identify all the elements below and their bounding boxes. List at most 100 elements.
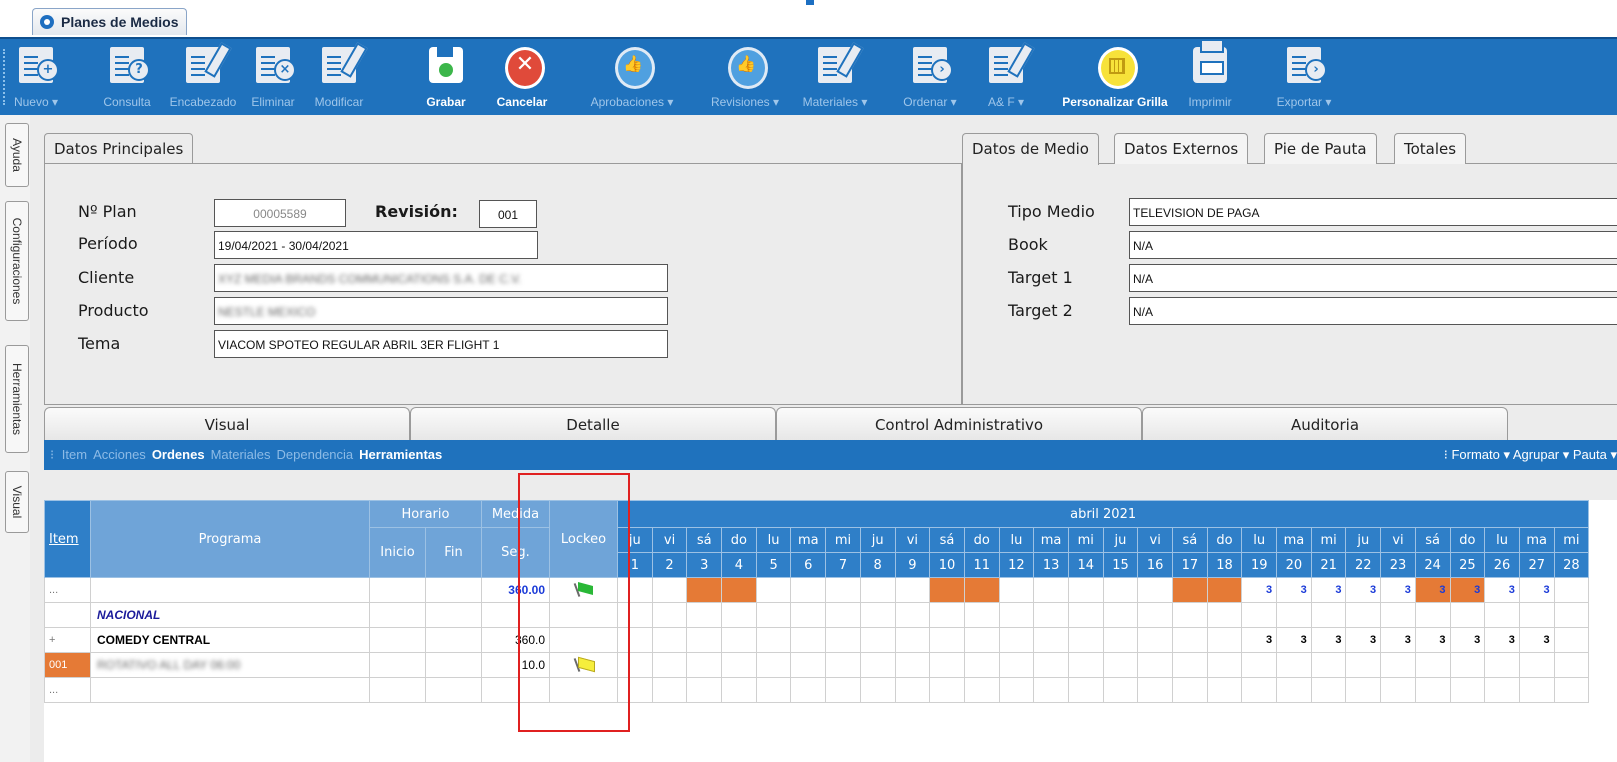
day-cell[interactable] — [721, 602, 757, 628]
day-cell[interactable] — [825, 627, 861, 653]
day-cell[interactable] — [721, 627, 757, 653]
day-cell[interactable] — [686, 602, 723, 628]
table-row[interactable]: NACIONAL — [44, 602, 1590, 628]
inicio-cell[interactable] — [369, 577, 426, 603]
day-cell[interactable]: 3 — [1449, 652, 1486, 678]
day-cell[interactable]: 3 — [1310, 627, 1347, 653]
day-cell[interactable] — [721, 577, 757, 603]
producto-field[interactable]: NESTLE MEXICO — [214, 297, 668, 325]
window-tab-planes-de-medios[interactable]: Planes de Medios — [32, 8, 188, 35]
col-programa-header[interactable]: Programa — [90, 500, 370, 578]
day-cell[interactable] — [1276, 677, 1312, 703]
day-cell[interactable] — [1206, 577, 1243, 603]
cliente-field[interactable]: XYZ MEDIA BRANDS COMMUNICATIONS S.A. DE … — [214, 264, 668, 292]
cancelar-button[interactable]: ✕ Cancelar — [492, 39, 552, 117]
day-cell[interactable] — [998, 652, 1035, 678]
day-cell[interactable] — [859, 677, 896, 703]
day-cell[interactable]: 3 — [1518, 577, 1555, 603]
day-cell[interactable] — [1206, 627, 1243, 653]
programa-cell[interactable]: ROTATIVO ALL DAY 06:00 — [90, 652, 370, 678]
day-cell[interactable] — [686, 652, 723, 678]
tab-pie-de-pauta[interactable]: Pie de Pauta — [1264, 133, 1377, 164]
day-cell[interactable] — [1102, 577, 1139, 603]
day-cell[interactable] — [894, 577, 931, 603]
day-cell[interactable] — [963, 627, 1000, 653]
grid-menu-dependencia[interactable]: Dependencia — [277, 440, 354, 470]
day-cell[interactable] — [790, 577, 827, 603]
day-cell[interactable]: 3 — [1241, 652, 1278, 678]
day-cell[interactable]: 3 — [1484, 627, 1520, 653]
tab-control-administrativo[interactable]: Control Administrativo — [776, 407, 1142, 442]
book-field[interactable]: N/A — [1129, 231, 1617, 259]
col-fin-header[interactable]: Fin — [425, 527, 482, 578]
day-cell[interactable] — [686, 627, 723, 653]
day-cell[interactable] — [1137, 627, 1173, 653]
day-cell[interactable] — [651, 652, 688, 678]
personalizar-grilla-button[interactable]: Personalizar Grilla — [1052, 39, 1178, 117]
day-cell[interactable] — [686, 677, 723, 703]
nuevo-button[interactable]: + Nuevo ▾ — [0, 39, 72, 117]
day-cell[interactable] — [1067, 652, 1104, 678]
day-cell[interactable] — [1241, 602, 1278, 628]
grid-menu-herramientas[interactable]: Herramientas — [359, 440, 442, 470]
day-cell[interactable] — [963, 677, 1000, 703]
day-cell[interactable] — [651, 577, 688, 603]
day-cell[interactable] — [721, 677, 757, 703]
day-cell[interactable] — [686, 577, 723, 603]
day-cell[interactable] — [998, 677, 1035, 703]
day-cell[interactable] — [651, 602, 688, 628]
exportar-button[interactable]: › Exportar ▾ — [1266, 39, 1342, 117]
revision-field[interactable]: 001 — [479, 200, 537, 228]
day-cell[interactable]: 3 — [1449, 577, 1486, 603]
fin-cell[interactable] — [425, 602, 482, 628]
day-cell[interactable] — [1345, 602, 1382, 628]
day-cell[interactable] — [1380, 677, 1416, 703]
day-cell[interactable] — [1102, 627, 1139, 653]
day-cell[interactable] — [929, 652, 965, 678]
day-cell[interactable]: 3 — [1414, 652, 1451, 678]
tab-datos-de-medio[interactable]: Datos de Medio — [962, 133, 1099, 165]
day-cell[interactable] — [1137, 677, 1173, 703]
day-cell[interactable] — [1241, 677, 1278, 703]
inicio-cell[interactable] — [369, 602, 426, 628]
day-cell[interactable] — [1102, 652, 1139, 678]
day-cell[interactable] — [825, 677, 861, 703]
side-tab-ayuda[interactable]: Ayuda — [5, 123, 29, 187]
day-cell[interactable] — [1067, 602, 1104, 628]
day-cell[interactable]: 3 — [1414, 627, 1451, 653]
side-tab-herramientas[interactable]: Herramientas — [5, 345, 29, 453]
periodo-field[interactable]: 19/04/2021 - 30/04/2021 — [214, 231, 538, 259]
day-cell[interactable] — [894, 677, 931, 703]
day-cell[interactable]: 3 — [1380, 627, 1416, 653]
day-cell[interactable] — [859, 652, 896, 678]
day-cell[interactable]: 3 — [1380, 577, 1416, 603]
day-cell[interactable] — [998, 627, 1035, 653]
grid-menu-materiales[interactable]: Materiales — [211, 440, 271, 470]
day-cell[interactable] — [1033, 652, 1069, 678]
programa-cell[interactable]: COMEDY CENTRAL — [90, 627, 370, 653]
day-cell[interactable] — [1033, 627, 1069, 653]
day-cell[interactable] — [1172, 677, 1208, 703]
day-cell[interactable]: 3 — [1414, 577, 1451, 603]
inicio-cell[interactable] — [369, 677, 426, 703]
side-tab-configuraciones[interactable]: Configuraciones — [5, 201, 29, 321]
day-cell[interactable] — [755, 652, 792, 678]
day-cell[interactable] — [859, 602, 896, 628]
day-cell[interactable] — [1553, 602, 1590, 628]
tab-auditoria[interactable]: Auditoria — [1142, 407, 1508, 442]
day-cell[interactable] — [1345, 677, 1382, 703]
day-cell[interactable] — [1206, 652, 1243, 678]
day-cell[interactable] — [1172, 602, 1208, 628]
eliminar-button[interactable]: × Eliminar — [242, 39, 304, 117]
ordenar-button[interactable]: › Ordenar ▾ — [896, 39, 964, 117]
day-cell[interactable] — [1067, 677, 1104, 703]
table-row[interactable]: ... — [44, 677, 1590, 703]
revisiones-button[interactable]: Revisiones ▾ — [694, 39, 796, 117]
day-cell[interactable] — [1553, 677, 1590, 703]
day-cell[interactable]: 3 — [1449, 627, 1486, 653]
tab-detalle[interactable]: Detalle — [410, 407, 776, 442]
day-cell[interactable] — [894, 652, 931, 678]
day-cell[interactable] — [1172, 627, 1208, 653]
day-cell[interactable] — [1414, 602, 1451, 628]
inicio-cell[interactable] — [369, 652, 426, 678]
